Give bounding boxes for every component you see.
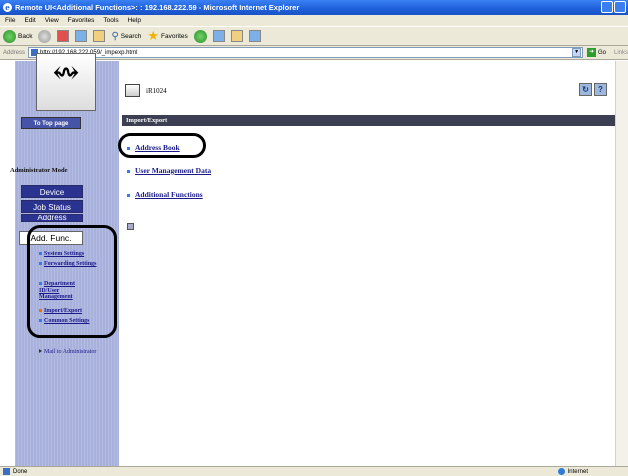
search-button[interactable]: ⚲ Search (111, 31, 141, 42)
admin-mode-label: Administrator Mode (10, 167, 68, 174)
status-text: Done (13, 468, 28, 475)
device-header: iR1024 (125, 84, 167, 97)
go-arrow-icon: ➜ (586, 48, 596, 57)
globe-icon (557, 468, 565, 475)
zone-indicator: Internet (557, 468, 588, 475)
history-icon[interactable] (193, 29, 207, 43)
job-status-button[interactable]: Job Status (21, 200, 83, 213)
vertical-scrollbar[interactable] (615, 61, 628, 466)
search-icon: ⚲ (111, 30, 119, 42)
logo[interactable]: ↭ (36, 53, 96, 111)
window-controls (601, 1, 626, 13)
page-status-icon (3, 468, 10, 475)
section-title: Import/Export (122, 115, 615, 126)
back-arrow-icon (3, 29, 16, 43)
user-management-data-link[interactable]: User Management Data (127, 166, 211, 175)
menu-edit[interactable]: Edit (24, 17, 35, 24)
favorites-button[interactable]: ★ Favorites (147, 28, 187, 43)
menu-help[interactable]: Help (128, 17, 141, 24)
refresh-icon[interactable] (75, 30, 88, 42)
header-icons: ↻ ? (579, 83, 607, 96)
menu-bar: File Edit View Favorites Tools Help (0, 15, 628, 26)
device-name: iR1024 (146, 86, 167, 95)
bullet-icon (127, 169, 130, 173)
stop-icon[interactable] (57, 30, 70, 42)
home-icon[interactable] (93, 30, 106, 42)
ie-icon: e (3, 3, 12, 12)
page-content: ↭ To Top page Administrator Mode Device … (0, 53, 628, 466)
main-panel: iR1024 ↻ ? Import/Export Address Book Us… (119, 61, 615, 466)
edit-icon[interactable] (248, 30, 261, 42)
maximize-button[interactable] (614, 1, 626, 13)
additional-functions-link[interactable]: Additional Functions (127, 190, 203, 199)
minimize-button[interactable] (601, 1, 613, 13)
menu-favorites[interactable]: Favorites (68, 17, 95, 24)
mail-to-admin-link[interactable]: Mail to Administrator (39, 349, 99, 356)
sidebar-highlight-oval (27, 225, 117, 338)
mail-icon[interactable] (212, 30, 225, 42)
print-icon[interactable] (230, 30, 243, 42)
links-label[interactable]: Links (614, 50, 628, 56)
star-icon: ★ (147, 28, 160, 43)
refresh-page-icon[interactable]: ↻ (579, 83, 592, 96)
menu-tools[interactable]: Tools (103, 17, 118, 24)
page-top-icon[interactable] (127, 223, 134, 230)
toolbar: Back ⚲ Search ★ Favorites (0, 26, 628, 46)
back-button[interactable]: Back (3, 29, 32, 43)
device-button[interactable]: Device (21, 185, 83, 198)
status-bar: Done Internet (0, 466, 628, 476)
triangle-icon (39, 349, 42, 353)
go-button[interactable]: ➜ Go (586, 48, 606, 57)
address-dropdown-icon[interactable]: ▼ (572, 48, 581, 57)
menu-file[interactable]: File (5, 17, 15, 24)
to-top-button[interactable]: To Top page (21, 117, 81, 129)
address-button[interactable]: Address (21, 214, 83, 222)
window-title: Remote UI<Additional Functions>: : 192.1… (15, 3, 300, 12)
help-icon[interactable]: ? (594, 83, 607, 96)
menu-view[interactable]: View (45, 17, 59, 24)
address-book-highlight-oval (118, 133, 206, 158)
window-title-bar: e Remote UI<Additional Functions>: : 192… (0, 0, 628, 15)
forward-button[interactable] (38, 29, 52, 43)
logo-glyph-icon: ↭ (52, 53, 80, 91)
address-input[interactable]: http://192.168.222.059/_impexp.html (28, 47, 584, 58)
address-label: Address (3, 49, 26, 56)
bullet-icon (127, 193, 130, 197)
printer-icon (125, 84, 140, 97)
